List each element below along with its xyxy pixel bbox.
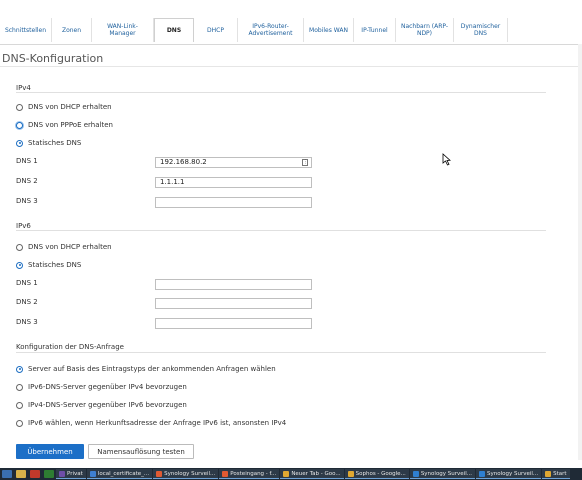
radio-label: Statisches DNS bbox=[28, 139, 82, 147]
tab-dynamischer-dns[interactable]: Dynamischer DNS bbox=[454, 18, 508, 42]
taskbar-item[interactable]: Start bbox=[542, 469, 570, 479]
taskbar-item[interactable]: Synology Surveil... bbox=[153, 469, 219, 479]
tab-dhcp[interactable]: DHCP bbox=[194, 18, 238, 42]
ipv4-dns3-input[interactable] bbox=[155, 197, 312, 208]
app-icon bbox=[156, 470, 163, 477]
radio-label: DNS von PPPoE erhalten bbox=[28, 121, 113, 129]
app-icon bbox=[412, 470, 419, 477]
ipv4-divider bbox=[16, 92, 546, 93]
ipv4-option-static[interactable]: Statisches DNS bbox=[16, 139, 81, 147]
radio-label: DNS von DHCP erhalten bbox=[28, 243, 112, 251]
ipv6-section-title: IPv6 bbox=[16, 222, 31, 230]
ipv6-dns1-input[interactable] bbox=[155, 279, 312, 290]
taskbar-item[interactable]: Privat bbox=[56, 469, 86, 479]
tab-zonen[interactable]: Zonen bbox=[52, 18, 92, 42]
taskbar-item-label: Posteingang - f... bbox=[230, 470, 277, 477]
radio-icon[interactable] bbox=[16, 401, 23, 409]
radio-icon[interactable] bbox=[16, 103, 23, 111]
query-divider bbox=[16, 352, 546, 353]
query-option-prefer-ipv6[interactable]: IPv6-DNS-Server gegenüber IPv4 bevorzuge… bbox=[16, 383, 187, 391]
radio-icon[interactable] bbox=[16, 139, 23, 147]
ipv6-divider bbox=[16, 230, 546, 231]
taskbar-item[interactable]: Sophos - Google... bbox=[344, 469, 409, 479]
taskbar-item-label: local_certificate_... bbox=[97, 470, 150, 477]
taskbar-item-label: Synology Surveil... bbox=[164, 470, 216, 477]
taskbar-item-label: Neuer Tab - Goo... bbox=[291, 470, 341, 477]
app-icon bbox=[478, 470, 485, 477]
app-icon bbox=[59, 470, 65, 477]
ipv6-option-static[interactable]: Statisches DNS bbox=[16, 261, 81, 269]
folder-icon[interactable] bbox=[16, 470, 26, 478]
query-option-prefer-ipv4[interactable]: IPv4-DNS-Server gegenüber IPv6 bevorzuge… bbox=[16, 401, 187, 409]
taskbar-item-label: Privat bbox=[67, 470, 83, 477]
taskbar: Privat local_certificate_... Synology Surv… bbox=[0, 468, 582, 480]
app-icon bbox=[89, 470, 96, 477]
ipv6-dns3-label: DNS 3 bbox=[16, 318, 38, 326]
ipv4-section-title: IPv4 bbox=[16, 84, 31, 92]
input-helper-icon[interactable]: ⋮ bbox=[302, 159, 308, 166]
app-icon bbox=[545, 470, 552, 477]
mouse-cursor-icon bbox=[442, 153, 451, 166]
ipv4-dns3-label: DNS 3 bbox=[16, 197, 38, 205]
radio-icon[interactable] bbox=[16, 365, 23, 373]
taskbar-item-label: Synology Surveil... bbox=[420, 470, 472, 477]
scrollbar[interactable] bbox=[578, 44, 582, 460]
ipv6-dns2-label: DNS 2 bbox=[16, 298, 38, 306]
radio-icon[interactable] bbox=[16, 419, 23, 427]
tab-mobiles-wan[interactable]: Mobiles WAN bbox=[304, 18, 354, 42]
radio-icon[interactable] bbox=[16, 261, 23, 269]
radio-label: Statisches DNS bbox=[28, 261, 82, 269]
tab-dns[interactable]: DNS bbox=[154, 18, 194, 42]
query-option-by-record-type[interactable]: Server auf Basis des Eintragstyps der an… bbox=[16, 365, 276, 373]
page-title: DNS-Konfiguration bbox=[2, 52, 104, 65]
ipv4-dns2-value: 1.1.1.1 bbox=[160, 178, 185, 186]
tab-ip-tunnel[interactable]: IP-Tunnel bbox=[354, 18, 396, 42]
app-icon[interactable] bbox=[30, 470, 40, 478]
ipv4-dns2-input[interactable]: 1.1.1.1 bbox=[155, 177, 312, 188]
taskbar-item[interactable]: local_certificate_... bbox=[86, 469, 153, 479]
radio-label: DNS von DHCP erhalten bbox=[28, 103, 112, 111]
taskbar-item-label: Sophos - Google... bbox=[355, 470, 406, 477]
taskbar-item-label: Start bbox=[553, 470, 567, 477]
ipv6-dns1-label: DNS 1 bbox=[16, 279, 38, 287]
taskbar-item[interactable]: Synology Surveil... bbox=[475, 469, 542, 479]
query-section-title: Konfiguration der DNS-Anfrage bbox=[16, 343, 124, 351]
tab-wan-link-manager[interactable]: WAN-Link-Manager bbox=[92, 18, 154, 42]
radio-label: IPv6-DNS-Server gegenüber IPv4 bevorzuge… bbox=[28, 383, 187, 391]
radio-icon[interactable] bbox=[16, 121, 23, 129]
radio-label: Server auf Basis des Eintragstyps der an… bbox=[28, 365, 276, 373]
ipv6-dns3-input[interactable] bbox=[155, 318, 312, 329]
radio-icon[interactable] bbox=[16, 383, 23, 391]
tab-bar: Schnittstellen Zonen WAN-Link-Manager DNS DH… bbox=[0, 0, 582, 45]
tab-schnittstellen[interactable]: Schnittstellen bbox=[0, 18, 52, 42]
ipv4-dns1-value: 192.168.80.2 bbox=[160, 158, 207, 166]
taskbar-item[interactable]: Posteingang - f... bbox=[219, 469, 280, 479]
tab-list: Schnittstellen Zonen WAN-Link-Manager DNS DH… bbox=[0, 18, 582, 42]
ipv4-dns1-label: DNS 1 bbox=[16, 157, 38, 165]
radio-label: IPv6 wählen, wenn Herkunftsadresse der A… bbox=[28, 419, 287, 427]
app-icon bbox=[347, 470, 354, 477]
radio-icon[interactable] bbox=[16, 243, 23, 251]
taskbar-item-label: Synology Surveil... bbox=[486, 470, 539, 477]
ipv4-option-dhcp[interactable]: DNS von DHCP erhalten bbox=[16, 103, 112, 111]
taskbar-item[interactable]: Neuer Tab - Goo... bbox=[280, 469, 344, 479]
app-icon bbox=[222, 470, 229, 477]
tab-nachbarn[interactable]: Nachbarn (ARP-NDP) bbox=[396, 18, 454, 42]
radio-label: IPv4-DNS-Server gegenüber IPv6 bevorzuge… bbox=[28, 401, 187, 409]
test-resolution-button[interactable]: Namensauflösung testen bbox=[88, 444, 194, 459]
ipv4-dns1-input[interactable]: 192.168.80.2 ⋮ bbox=[155, 157, 312, 168]
query-option-by-source[interactable]: IPv6 wählen, wenn Herkunftsadresse der A… bbox=[16, 419, 286, 427]
ipv4-dns2-label: DNS 2 bbox=[16, 177, 38, 185]
ipv6-option-dhcp[interactable]: DNS von DHCP erhalten bbox=[16, 243, 112, 251]
ipv6-dns2-input[interactable] bbox=[155, 298, 312, 309]
ipv4-option-pppoe[interactable]: DNS von PPPoE erhalten bbox=[16, 121, 113, 129]
search-icon[interactable] bbox=[2, 470, 12, 478]
tab-ipv6-router-advertisement[interactable]: IPv6-Router-Advertisement bbox=[238, 18, 304, 42]
app-icon bbox=[283, 470, 290, 477]
app-icon[interactable] bbox=[44, 470, 54, 478]
taskbar-item[interactable]: Synology Surveil... bbox=[409, 469, 475, 479]
apply-button[interactable]: Übernehmen bbox=[16, 444, 84, 459]
